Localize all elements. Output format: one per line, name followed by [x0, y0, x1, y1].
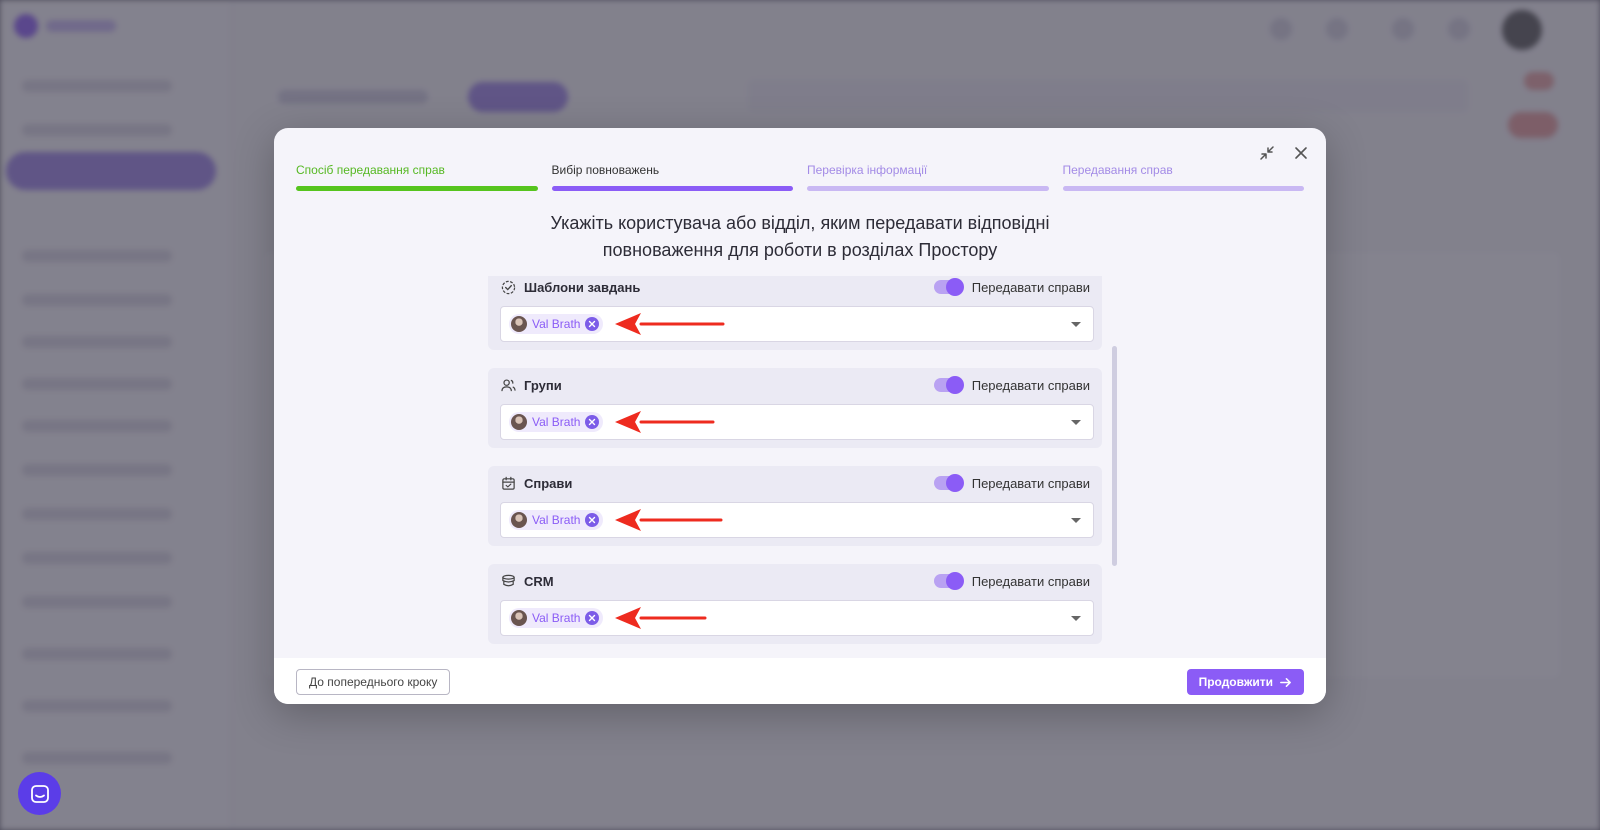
crm-database-icon — [500, 573, 516, 589]
step-permissions[interactable]: Вибір повноважень — [551, 162, 793, 191]
section-groups: Групи Передавати справи Val Brath — [488, 368, 1102, 448]
transfer-toggle-group: Передавати справи — [933, 376, 1090, 394]
remove-assignee-button[interactable] — [585, 513, 600, 527]
remove-assignee-button[interactable] — [585, 317, 600, 331]
remove-assignee-button[interactable] — [585, 415, 600, 429]
toggle-knob — [945, 474, 964, 492]
toggle-label: Передавати справи — [971, 377, 1090, 393]
toggle-label: Передавати справи — [971, 475, 1090, 491]
section-title: CRM — [524, 573, 554, 589]
section-title: Справи — [524, 475, 573, 491]
assignee-select[interactable]: Val Brath — [500, 502, 1094, 538]
section-crm: CRM Передавати справи Val Brath — [488, 564, 1102, 644]
assignee-chip: Val Brath — [509, 314, 604, 334]
close-icon — [589, 516, 596, 524]
chevron-down-icon — [1071, 616, 1081, 621]
modal-footer: До попереднього кроку Продовжити — [274, 658, 1326, 704]
section-cases: Справи Передавати справи Val Brath — [488, 466, 1102, 546]
transfer-toggle-group: Передавати справи — [933, 474, 1090, 492]
users-icon — [500, 377, 516, 393]
modal-heading: Укажіть користувача або відділ, яким пер… — [274, 210, 1326, 264]
continue-label: Продовжити — [1198, 675, 1273, 689]
toggle-knob — [945, 572, 964, 590]
chevron-down-icon — [1071, 322, 1081, 327]
transfer-toggle-group: Передавати справи — [933, 572, 1090, 590]
step-label: Спосіб передавання справ — [296, 163, 445, 177]
avatar — [511, 610, 527, 626]
section-header: Шаблони завдань Передавати справи — [500, 276, 1090, 298]
assignee-chip: Val Brath — [509, 412, 604, 432]
assignee-name: Val Brath — [532, 611, 581, 625]
step-transfer[interactable]: Передавання справ — [1062, 162, 1304, 191]
transfer-toggle[interactable] — [933, 572, 964, 590]
toggle-knob — [945, 376, 964, 394]
assignee-select[interactable]: Val Brath — [500, 306, 1094, 342]
remove-assignee-button[interactable] — [585, 611, 600, 625]
collapse-button[interactable] — [1256, 142, 1278, 164]
previous-step-button[interactable]: До попереднього кроку — [296, 669, 451, 695]
chat-launcher-button[interactable] — [18, 772, 61, 815]
modal-controls — [1256, 142, 1312, 164]
arrow-right-icon — [1280, 677, 1291, 687]
toggle-label: Передавати справи — [971, 279, 1090, 295]
transfer-toggle-group: Передавати справи — [933, 278, 1090, 296]
section-header: CRM Передавати справи — [500, 570, 1090, 592]
delegation-modal: Спосіб передавання справ Вибір повноваже… — [274, 128, 1326, 704]
toggle-knob — [945, 278, 964, 296]
section-title: Групи — [524, 377, 562, 393]
heading-line: повноваження для роботи в розділах Прост… — [602, 240, 998, 260]
close-button[interactable] — [1290, 142, 1312, 164]
transfer-toggle[interactable] — [933, 474, 964, 492]
sections-list: Шаблони завдань Передавати справи Val Br… — [488, 276, 1108, 644]
annotation-arrow-icon — [615, 313, 725, 335]
section-task-templates: Шаблони завдань Передавати справи Val Br… — [488, 276, 1102, 350]
section-title: Шаблони завдань — [524, 279, 641, 295]
continue-button[interactable]: Продовжити — [1186, 669, 1304, 695]
heading-line: Укажіть користувача або відділ, яким пер… — [550, 213, 1050, 233]
chevron-down-icon — [1071, 518, 1081, 523]
step-label: Передавання справ — [1062, 163, 1173, 177]
assignee-name: Val Brath — [532, 415, 581, 429]
step-label: Перевірка інформації — [807, 163, 928, 177]
step-progress-bar — [551, 186, 793, 191]
step-transfer-method[interactable]: Спосіб передавання справ — [296, 162, 538, 191]
annotation-arrow-icon — [615, 509, 723, 531]
section-header: Справи Передавати справи — [500, 472, 1090, 494]
close-icon — [589, 614, 596, 622]
calendar-icon — [500, 475, 516, 491]
assignee-name: Val Brath — [532, 317, 581, 331]
stepper: Спосіб передавання справ Вибір повноваже… — [296, 162, 1304, 191]
task-template-icon — [500, 279, 516, 295]
avatar — [511, 316, 527, 332]
assignee-chip: Val Brath — [509, 608, 604, 628]
annotation-arrow-icon — [615, 607, 707, 629]
step-label: Вибір повноважень — [551, 163, 660, 177]
step-progress-bar — [296, 186, 538, 191]
step-progress-bar — [807, 186, 1049, 191]
avatar — [511, 414, 527, 430]
transfer-toggle[interactable] — [933, 278, 964, 296]
assignee-name: Val Brath — [532, 513, 581, 527]
step-progress-bar — [1062, 186, 1304, 191]
section-header: Групи Передавати справи — [500, 374, 1090, 396]
chevron-down-icon — [1071, 420, 1081, 425]
collapse-icon — [1260, 146, 1274, 160]
toggle-label: Передавати справи — [971, 573, 1090, 589]
sections-scrollbar[interactable] — [1112, 346, 1117, 566]
close-icon — [589, 320, 596, 328]
close-icon — [1295, 147, 1307, 159]
assignee-chip: Val Brath — [509, 510, 604, 530]
chat-icon — [30, 784, 49, 803]
avatar — [511, 512, 527, 528]
step-review[interactable]: Перевірка інформації — [807, 162, 1049, 191]
transfer-toggle[interactable] — [933, 376, 964, 394]
annotation-arrow-icon — [615, 411, 715, 433]
assignee-select[interactable]: Val Brath — [500, 404, 1094, 440]
close-icon — [589, 418, 596, 426]
assignee-select[interactable]: Val Brath — [500, 600, 1094, 636]
